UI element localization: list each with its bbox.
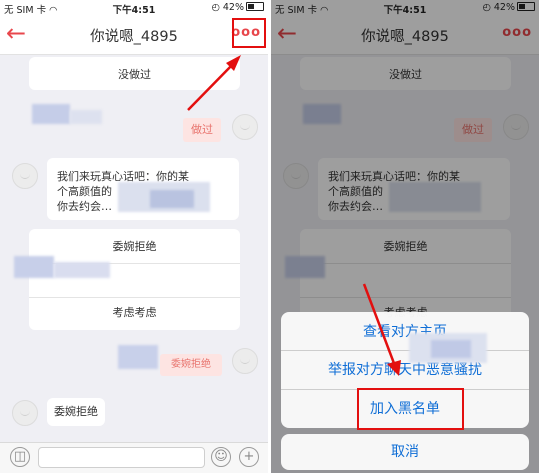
- status-bar: 无 SIM 卡 ◠ 下午4:51 ◴ 42%: [0, 0, 268, 16]
- message-line: 个高颜值的: [57, 185, 112, 198]
- nav-bar: ← 你说嗯_4895 ooo: [0, 16, 268, 55]
- my-avatar: [232, 348, 258, 374]
- message-bubble: 委婉拒绝: [47, 398, 105, 426]
- choice-card: 没做过: [29, 57, 240, 90]
- contact-avatar: [12, 400, 38, 426]
- page-title: 你说嗯_4895: [90, 29, 178, 45]
- message-line: 你去约会…: [57, 200, 112, 213]
- option-consider[interactable]: 考虑考虑: [29, 298, 240, 330]
- rotation-lock-icon: ◴: [211, 2, 220, 13]
- pixelated-area: [54, 262, 110, 278]
- option-decline[interactable]: 委婉拒绝: [29, 229, 240, 263]
- highlight-box: [357, 388, 464, 430]
- report-abuse-option[interactable]: 举报对方聊天中恶意骚扰: [281, 351, 529, 389]
- choice-option[interactable]: 没做过: [29, 57, 240, 93]
- pixelated-area: [32, 104, 70, 124]
- left-screen: 无 SIM 卡 ◠ 下午4:51 ◴ 42% ← 你说嗯_4895 ooo 没做…: [0, 0, 268, 473]
- reply-bubble: 委婉拒绝: [160, 354, 222, 376]
- view-profile-option[interactable]: 查看对方主页: [281, 312, 529, 350]
- pixelated-area: [14, 256, 54, 278]
- plus-icon[interactable]: +: [239, 447, 259, 467]
- pixelated-area: [431, 340, 471, 358]
- emoji-icon[interactable]: ☺: [211, 447, 231, 467]
- pixelated-area: [150, 190, 194, 208]
- options-card: 委婉拒绝 考虑考虑: [29, 229, 240, 330]
- message-input[interactable]: [38, 447, 205, 468]
- highlight-box: [232, 18, 266, 48]
- cancel-button[interactable]: 取消: [281, 434, 529, 470]
- battery-icon: [246, 2, 264, 11]
- right-screen: 无 SIM 卡 ◠ 下午4:51 ◴ 42% ← 你说嗯_4895 ooo 没做…: [271, 0, 539, 473]
- pixelated-area: [70, 110, 102, 124]
- input-bar: ◫ ☺ +: [0, 442, 268, 473]
- battery-percent: 42%: [222, 2, 244, 13]
- contact-avatar: [12, 163, 38, 189]
- reply-bubble: 做过: [183, 118, 221, 142]
- my-avatar: [232, 114, 258, 140]
- voice-icon[interactable]: ◫: [10, 447, 30, 467]
- pixelated-area: [118, 345, 158, 369]
